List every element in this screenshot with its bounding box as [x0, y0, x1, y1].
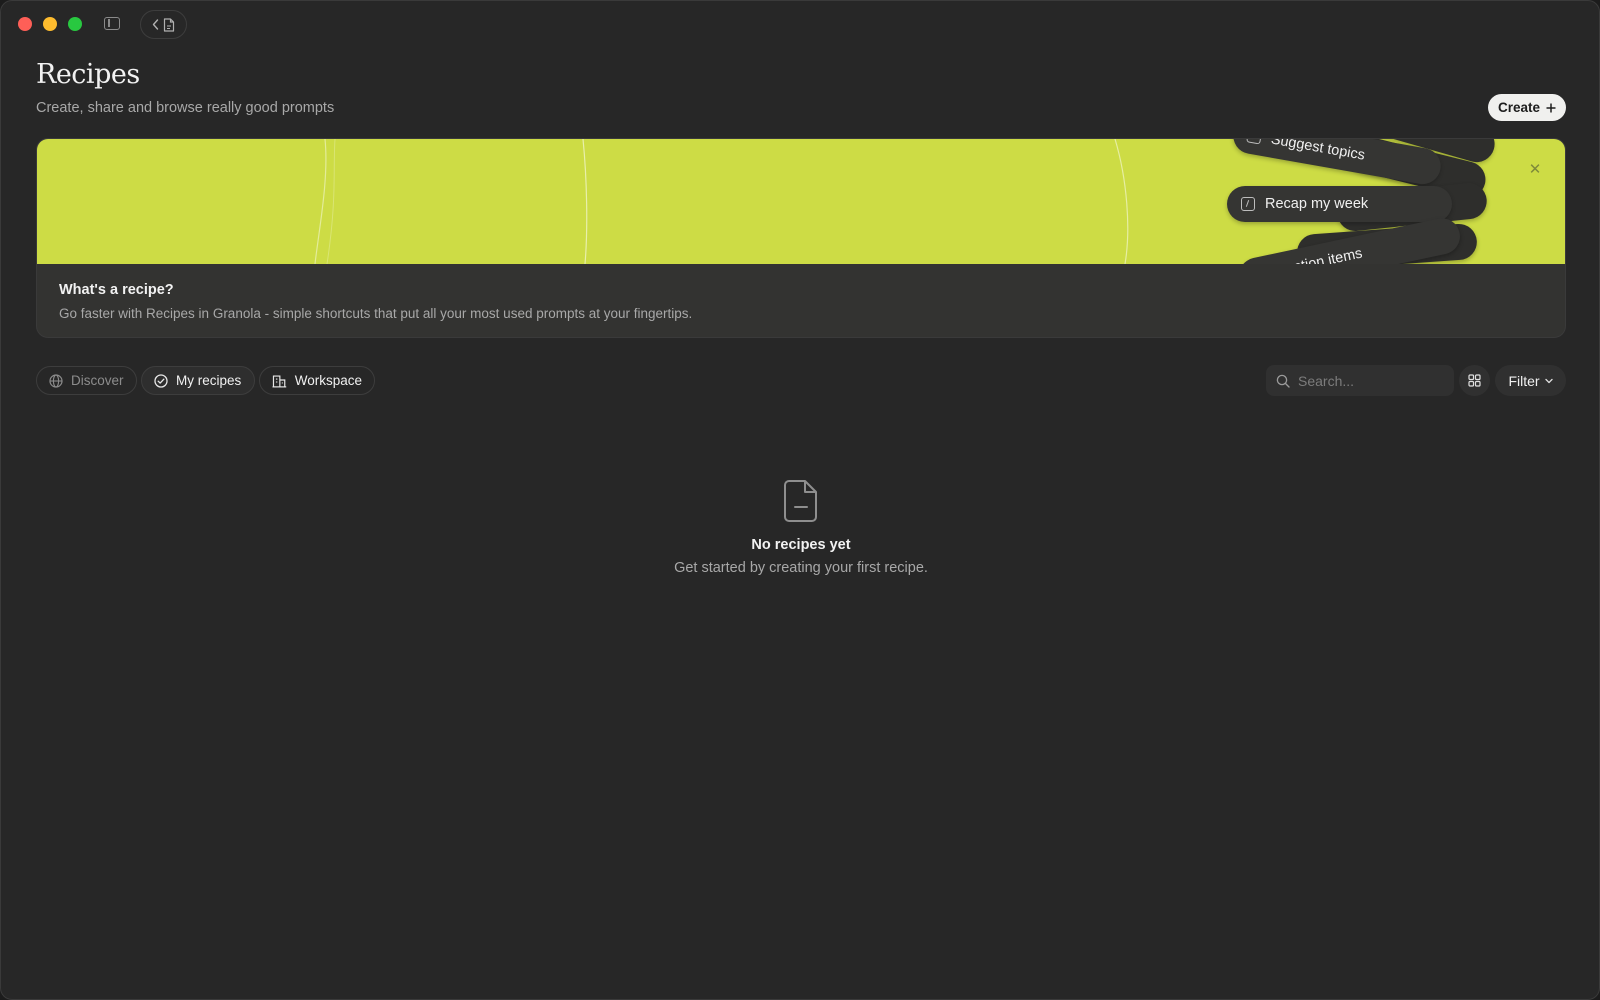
close-icon[interactable]: ✕ [1527, 162, 1543, 178]
tab-label: Workspace [294, 373, 362, 388]
document-icon [784, 480, 817, 522]
filter-label: Filter [1508, 372, 1540, 389]
tab-my-recipes[interactable]: My recipes [141, 366, 255, 395]
back-navigation-button[interactable] [140, 10, 187, 39]
search-field[interactable] [1266, 365, 1454, 396]
banner-heading: What's a recipe? [59, 282, 174, 298]
search-icon [1276, 374, 1290, 388]
banner-description: Go faster with Recipes in Granola - simp… [59, 306, 693, 321]
search-input[interactable] [1298, 372, 1438, 389]
window-maximize-button[interactable] [68, 17, 82, 31]
globe-icon [49, 373, 63, 388]
sidebar-toggle-icon[interactable] [104, 17, 120, 30]
banner-text: What's a recipe? Go faster with Recipes … [59, 282, 692, 321]
create-button-label: Create [1497, 100, 1541, 115]
empty-state-description: Get started by creating your first recip… [674, 560, 928, 576]
empty-state: No recipes yet Get started by creating y… [1, 479, 1599, 576]
banner-illustration: Suggest topics Recap my week t action it… [37, 139, 1565, 264]
document-icon [163, 17, 175, 32]
banner-chip-label: Suggest topics [1269, 139, 1367, 164]
window-minimize-button[interactable] [43, 17, 57, 31]
banner-chip-recap-my-week: Recap my week [1227, 186, 1452, 222]
window-close-button[interactable] [18, 17, 32, 31]
tab-discover[interactable]: Discover [36, 366, 137, 395]
banner-chip-label: Recap my week [1265, 196, 1369, 212]
grid-icon [1468, 374, 1481, 387]
grid-view-button[interactable] [1459, 365, 1490, 396]
tab-workspace[interactable]: Workspace [259, 366, 375, 395]
slash-command-icon [1241, 197, 1255, 211]
building-icon [272, 375, 287, 387]
slash-command-icon [1246, 139, 1263, 145]
page-title: Recipes [36, 59, 140, 90]
create-recipe-button[interactable]: Create [1488, 94, 1566, 121]
empty-state-title: No recipes yet [751, 537, 851, 553]
tab-label: My recipes [176, 373, 242, 388]
page-subtitle: Create, share and browse really good pro… [36, 100, 335, 116]
chevron-left-icon [152, 19, 159, 30]
recipe-intro-banner: Suggest topics Recap my week t action it… [36, 138, 1566, 338]
check-circle-icon [154, 373, 168, 388]
plus-icon [1546, 103, 1556, 112]
filter-dropdown-button[interactable]: Filter [1495, 365, 1566, 396]
app-window: Recipes Create, share and browse really … [0, 0, 1600, 1000]
chevron-down-icon [1544, 378, 1553, 383]
tab-label: Discover [71, 373, 124, 388]
